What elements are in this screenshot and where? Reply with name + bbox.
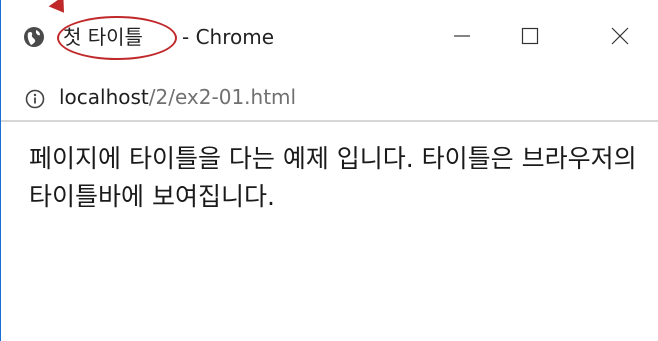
minimize-icon — [452, 26, 472, 50]
minimize-button[interactable] — [432, 18, 492, 58]
title-bar[interactable]: 첫 타이틀 - Chrome — [1, 0, 658, 74]
browser-window: 첫 타이틀 - Chrome localhost/2/ex2-01.html 페… — [0, 0, 658, 341]
info-icon[interactable] — [25, 89, 45, 109]
url-text[interactable]: localhost/2/ex2-01.html — [59, 82, 296, 112]
maximize-icon — [520, 26, 540, 50]
title-highlight-ellipse — [57, 16, 177, 60]
close-icon — [610, 26, 630, 50]
window-title-suffix: - Chrome — [182, 25, 275, 49]
annotation-arrow — [48, 0, 72, 18]
globe-icon — [23, 26, 45, 48]
url-path: /2/ex2-01.html — [148, 85, 297, 109]
url-host: localhost — [59, 85, 149, 109]
page-body-text: 페이지에 타이틀을 다는 예제 입니다. 타이틀은 브라우저의 타이틀바에 보여… — [29, 144, 637, 211]
close-button[interactable] — [590, 18, 650, 58]
address-bar[interactable]: localhost/2/ex2-01.html — [1, 76, 658, 122]
maximize-button[interactable] — [500, 18, 560, 58]
